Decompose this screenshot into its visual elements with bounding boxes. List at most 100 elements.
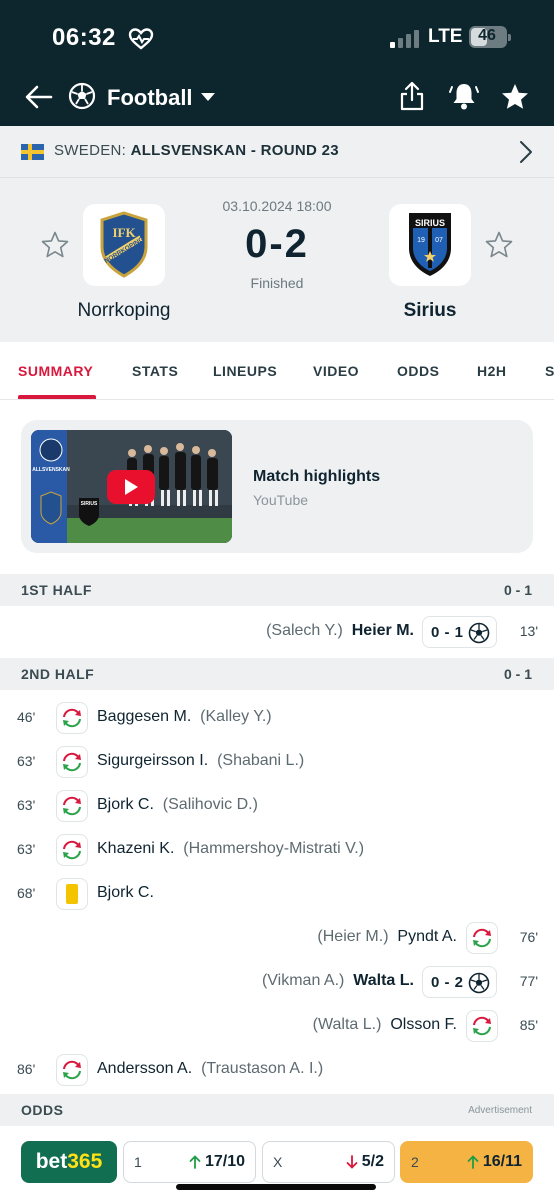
substitution-icon xyxy=(56,834,88,866)
event-assist: (Kalley Y.) xyxy=(200,708,272,725)
event-minute: 68' xyxy=(17,885,36,901)
event-row[interactable]: (Salech Y.) Heier M. 0 - 1 13' xyxy=(0,610,554,654)
tab-stats[interactable]: STATS xyxy=(132,363,178,379)
event-row[interactable]: 68' Bjork C. xyxy=(0,872,554,916)
video-title[interactable]: Match highlights xyxy=(253,468,380,486)
event-row[interactable]: 86' Andersson A. (Traustason A. I.) xyxy=(0,1048,554,1092)
event-row[interactable]: 63' Bjork C. (Salihovic D.) xyxy=(0,784,554,828)
event-assist: (Shabani L.) xyxy=(217,752,305,769)
substitution-icon xyxy=(56,790,88,822)
event-row[interactable]: 63' Khazeni K. (Hammershoy-Mistrati V.) xyxy=(0,828,554,872)
away-favorite-star-icon[interactable] xyxy=(484,230,514,265)
home-favorite-star-icon[interactable] xyxy=(40,230,70,265)
second-half-label: 2ND HALF xyxy=(21,666,95,682)
event-minute: 76' xyxy=(519,929,538,945)
odds-home-button[interactable]: 1 17/10 xyxy=(123,1141,256,1183)
sweden-flag-icon xyxy=(21,144,44,160)
active-tab-indicator xyxy=(18,395,96,399)
event-player[interactable]: Heier M. xyxy=(352,622,414,639)
sport-selector[interactable]: Football xyxy=(107,85,193,111)
odds-away-button[interactable]: 2 16/11 xyxy=(400,1141,533,1183)
match-score: 0-2 xyxy=(245,222,309,266)
back-arrow-icon[interactable] xyxy=(24,82,54,117)
tab-video[interactable]: VIDEO xyxy=(313,363,359,379)
home-indicator[interactable] xyxy=(176,1184,376,1190)
share-icon[interactable] xyxy=(398,80,426,117)
svg-text:19: 19 xyxy=(417,237,425,244)
odds-value: 5/2 xyxy=(361,1153,384,1170)
event-assist: (Salihovic D.) xyxy=(162,796,258,813)
video-source: YouTube xyxy=(253,492,309,508)
yellow-card-icon xyxy=(56,878,88,910)
arrow-up-icon xyxy=(467,1155,479,1169)
bookmaker-name-b: 365 xyxy=(67,1150,103,1173)
event-row[interactable]: (Heier M.) Pyndt A. 76' xyxy=(0,916,554,960)
league-bar[interactable]: SWEDEN: ALLSVENSKAN - ROUND 23 xyxy=(0,126,554,178)
event-goal-score: 0 - 2 xyxy=(431,974,464,991)
bookmaker-logo[interactable]: bet365 xyxy=(21,1141,117,1183)
video-thumbnail[interactable]: ALLSVENSKAN SIRIUS xyxy=(31,430,232,543)
tab-h2h[interactable]: H2H xyxy=(477,363,507,379)
away-team-name[interactable]: Sirius xyxy=(350,300,510,322)
odds-key: X xyxy=(273,1154,283,1170)
odds-label: ODDS xyxy=(21,1102,64,1118)
event-minute: 86' xyxy=(17,1061,36,1077)
event-player[interactable]: Pyndt A. xyxy=(397,928,457,945)
football-goal-icon xyxy=(468,972,490,999)
substitution-icon xyxy=(466,922,498,954)
substitution-icon xyxy=(56,746,88,778)
event-player[interactable]: Baggesen M. xyxy=(97,708,191,725)
arrow-down-icon xyxy=(346,1155,358,1169)
event-player[interactable]: Bjork C. xyxy=(97,884,154,901)
event-assist: (Salech Y.) xyxy=(266,622,343,639)
event-minute: 46' xyxy=(17,709,36,725)
event-player[interactable]: Sigurgeirsson I. xyxy=(97,752,208,769)
thumbnail-team-text: SIRIUS xyxy=(81,501,98,507)
tab-more[interactable]: S xyxy=(545,363,554,379)
bell-icon[interactable] xyxy=(448,80,480,117)
status-bar: 06:32 LTE 46 xyxy=(0,22,554,54)
thumbnail-league-text: ALLSVENSKAN xyxy=(32,467,70,473)
tab-odds[interactable]: ODDS xyxy=(397,363,439,379)
event-minute: 77' xyxy=(519,973,538,989)
event-row[interactable]: 63' Sigurgeirsson I. (Shabani L.) xyxy=(0,740,554,784)
battery-level: 46 xyxy=(478,27,496,44)
league-name: ALLSVENSKAN - ROUND 23 xyxy=(130,142,339,159)
dropdown-caret-icon[interactable] xyxy=(201,93,215,101)
event-player[interactable]: Andersson A. xyxy=(97,1060,192,1077)
event-minute: 63' xyxy=(17,753,36,769)
event-player[interactable]: Olsson F. xyxy=(390,1016,457,1033)
match-date: 03.10.2024 18:00 xyxy=(222,198,332,214)
event-minute: 63' xyxy=(17,797,36,813)
event-assist: (Vikman A.) xyxy=(261,972,345,989)
football-goal-icon xyxy=(468,622,490,649)
event-row[interactable]: 46' Baggesen M. (Kalley Y.) xyxy=(0,696,554,740)
event-row[interactable]: (Vikman A.) Walta L. 0 - 2 77' xyxy=(0,960,554,1004)
event-minute: 85' xyxy=(519,1017,538,1033)
odds-value: 17/10 xyxy=(204,1153,245,1170)
svg-text:07: 07 xyxy=(435,237,443,244)
event-player[interactable]: Bjork C. xyxy=(97,796,154,813)
odds-value: 16/11 xyxy=(482,1153,522,1170)
tab-lineups[interactable]: LINEUPS xyxy=(213,363,277,379)
away-team-logo[interactable]: SIRIUS 19 07 xyxy=(389,204,471,286)
chevron-right-icon[interactable] xyxy=(518,140,534,169)
tab-summary[interactable]: SUMMARY xyxy=(18,363,93,379)
status-time: 06:32 xyxy=(52,24,116,51)
substitution-icon xyxy=(56,1054,88,1086)
event-row[interactable]: (Walta L.) Olsson F. 85' xyxy=(0,1004,554,1048)
battery-icon: 46 xyxy=(469,26,511,48)
signal-icon xyxy=(390,28,419,48)
home-team-logo[interactable]: IFK NORRKOPING xyxy=(83,204,165,286)
goal-score-box: 0 - 2 xyxy=(422,966,497,998)
event-player[interactable]: Walta L. xyxy=(353,972,414,989)
svg-text:IFK: IFK xyxy=(112,225,136,240)
home-team-name[interactable]: Norrkoping xyxy=(44,300,204,322)
arrow-up-icon xyxy=(189,1155,201,1169)
event-assist: (Hammershoy-Mistrati V.) xyxy=(183,840,365,857)
odds-draw-button[interactable]: X 5/2 xyxy=(262,1141,395,1183)
favorite-star-icon[interactable] xyxy=(500,82,530,117)
match-highlights-card[interactable]: ALLSVENSKAN SIRIUS Match highlights YouT… xyxy=(21,420,533,553)
event-player[interactable]: Khazeni K. xyxy=(97,840,174,857)
goal-score-box: 0 - 1 xyxy=(422,616,497,648)
